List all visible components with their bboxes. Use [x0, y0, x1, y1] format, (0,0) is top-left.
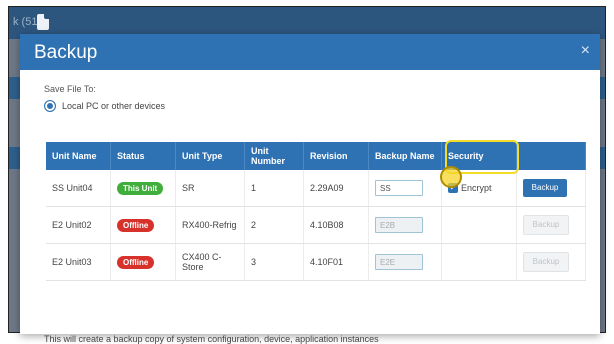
unit-name-cell: E2 Unit02	[46, 206, 111, 244]
status-badge: Offline	[117, 218, 155, 232]
column-header-unit-name: Unit Name	[46, 142, 111, 170]
security-cell	[441, 206, 517, 244]
revision-cell: 2.29A09	[303, 170, 369, 207]
table-row: E2 Unit03 Offline CX400 C-Store 3 4.10F0…	[46, 243, 586, 281]
backup-name-input[interactable]: SS	[375, 180, 423, 196]
revision-cell: 4.10B08	[303, 206, 369, 244]
column-header-revision: Revision	[303, 142, 369, 170]
backup-name-input[interactable]: E2E	[375, 254, 423, 270]
revision-cell: 4.10F01	[303, 243, 369, 281]
unit-number-cell: 1	[244, 170, 304, 207]
table-row: SS Unit04 This Unit SR 1 2.29A09 SS ✓ En…	[46, 170, 586, 207]
radio-label: Local PC or other devices	[62, 101, 166, 111]
close-icon[interactable]: ×	[581, 42, 590, 60]
table-header-row: Unit Name Status Unit Type Unit Number R…	[46, 142, 586, 170]
encrypt-label: Encrypt	[461, 183, 492, 193]
save-file-label: Save File To:	[44, 84, 96, 94]
backup-button[interactable]: Backup	[523, 179, 567, 197]
units-table: Unit Name Status Unit Type Unit Number R…	[46, 142, 586, 281]
dialog-header: Backup ×	[20, 34, 600, 70]
column-header-backup-name: Backup Name	[368, 142, 442, 170]
dialog-title: Backup	[34, 42, 98, 63]
unit-number-cell: 3	[244, 243, 304, 281]
unit-type-cell: SR	[175, 170, 245, 207]
document-icon[interactable]	[37, 14, 49, 30]
status-badge: Offline	[117, 255, 155, 269]
column-header-unit-type: Unit Type	[175, 142, 245, 170]
radio-selected-icon[interactable]	[44, 100, 56, 112]
cursor-indicator-icon	[440, 166, 462, 188]
save-location-option[interactable]: Local PC or other devices	[44, 100, 165, 112]
backup-button[interactable]: Backup	[523, 252, 569, 272]
table-row: E2 Unit02 Offline RX400-Refrig 2 4.10B08…	[46, 206, 586, 244]
status-badge: This Unit	[117, 181, 164, 195]
column-header-status: Status	[110, 142, 176, 170]
unit-number-cell: 2	[244, 206, 304, 244]
backup-name-input[interactable]: E2B	[375, 217, 423, 233]
column-header-unit-number: Unit Number	[244, 142, 304, 170]
unit-name-cell: E2 Unit03	[46, 243, 111, 281]
unit-type-cell: RX400-Refrig	[175, 206, 245, 244]
backup-button[interactable]: Backup	[523, 215, 569, 235]
unit-name-cell: SS Unit04	[46, 170, 111, 207]
unit-type-cell: CX400 C-Store	[175, 243, 245, 281]
footer-note: This will create a backup copy of system…	[44, 334, 379, 344]
security-cell	[441, 243, 517, 281]
column-header-actions	[516, 142, 586, 170]
backup-dialog: Backup × Save File To: Local PC or other…	[20, 34, 600, 344]
